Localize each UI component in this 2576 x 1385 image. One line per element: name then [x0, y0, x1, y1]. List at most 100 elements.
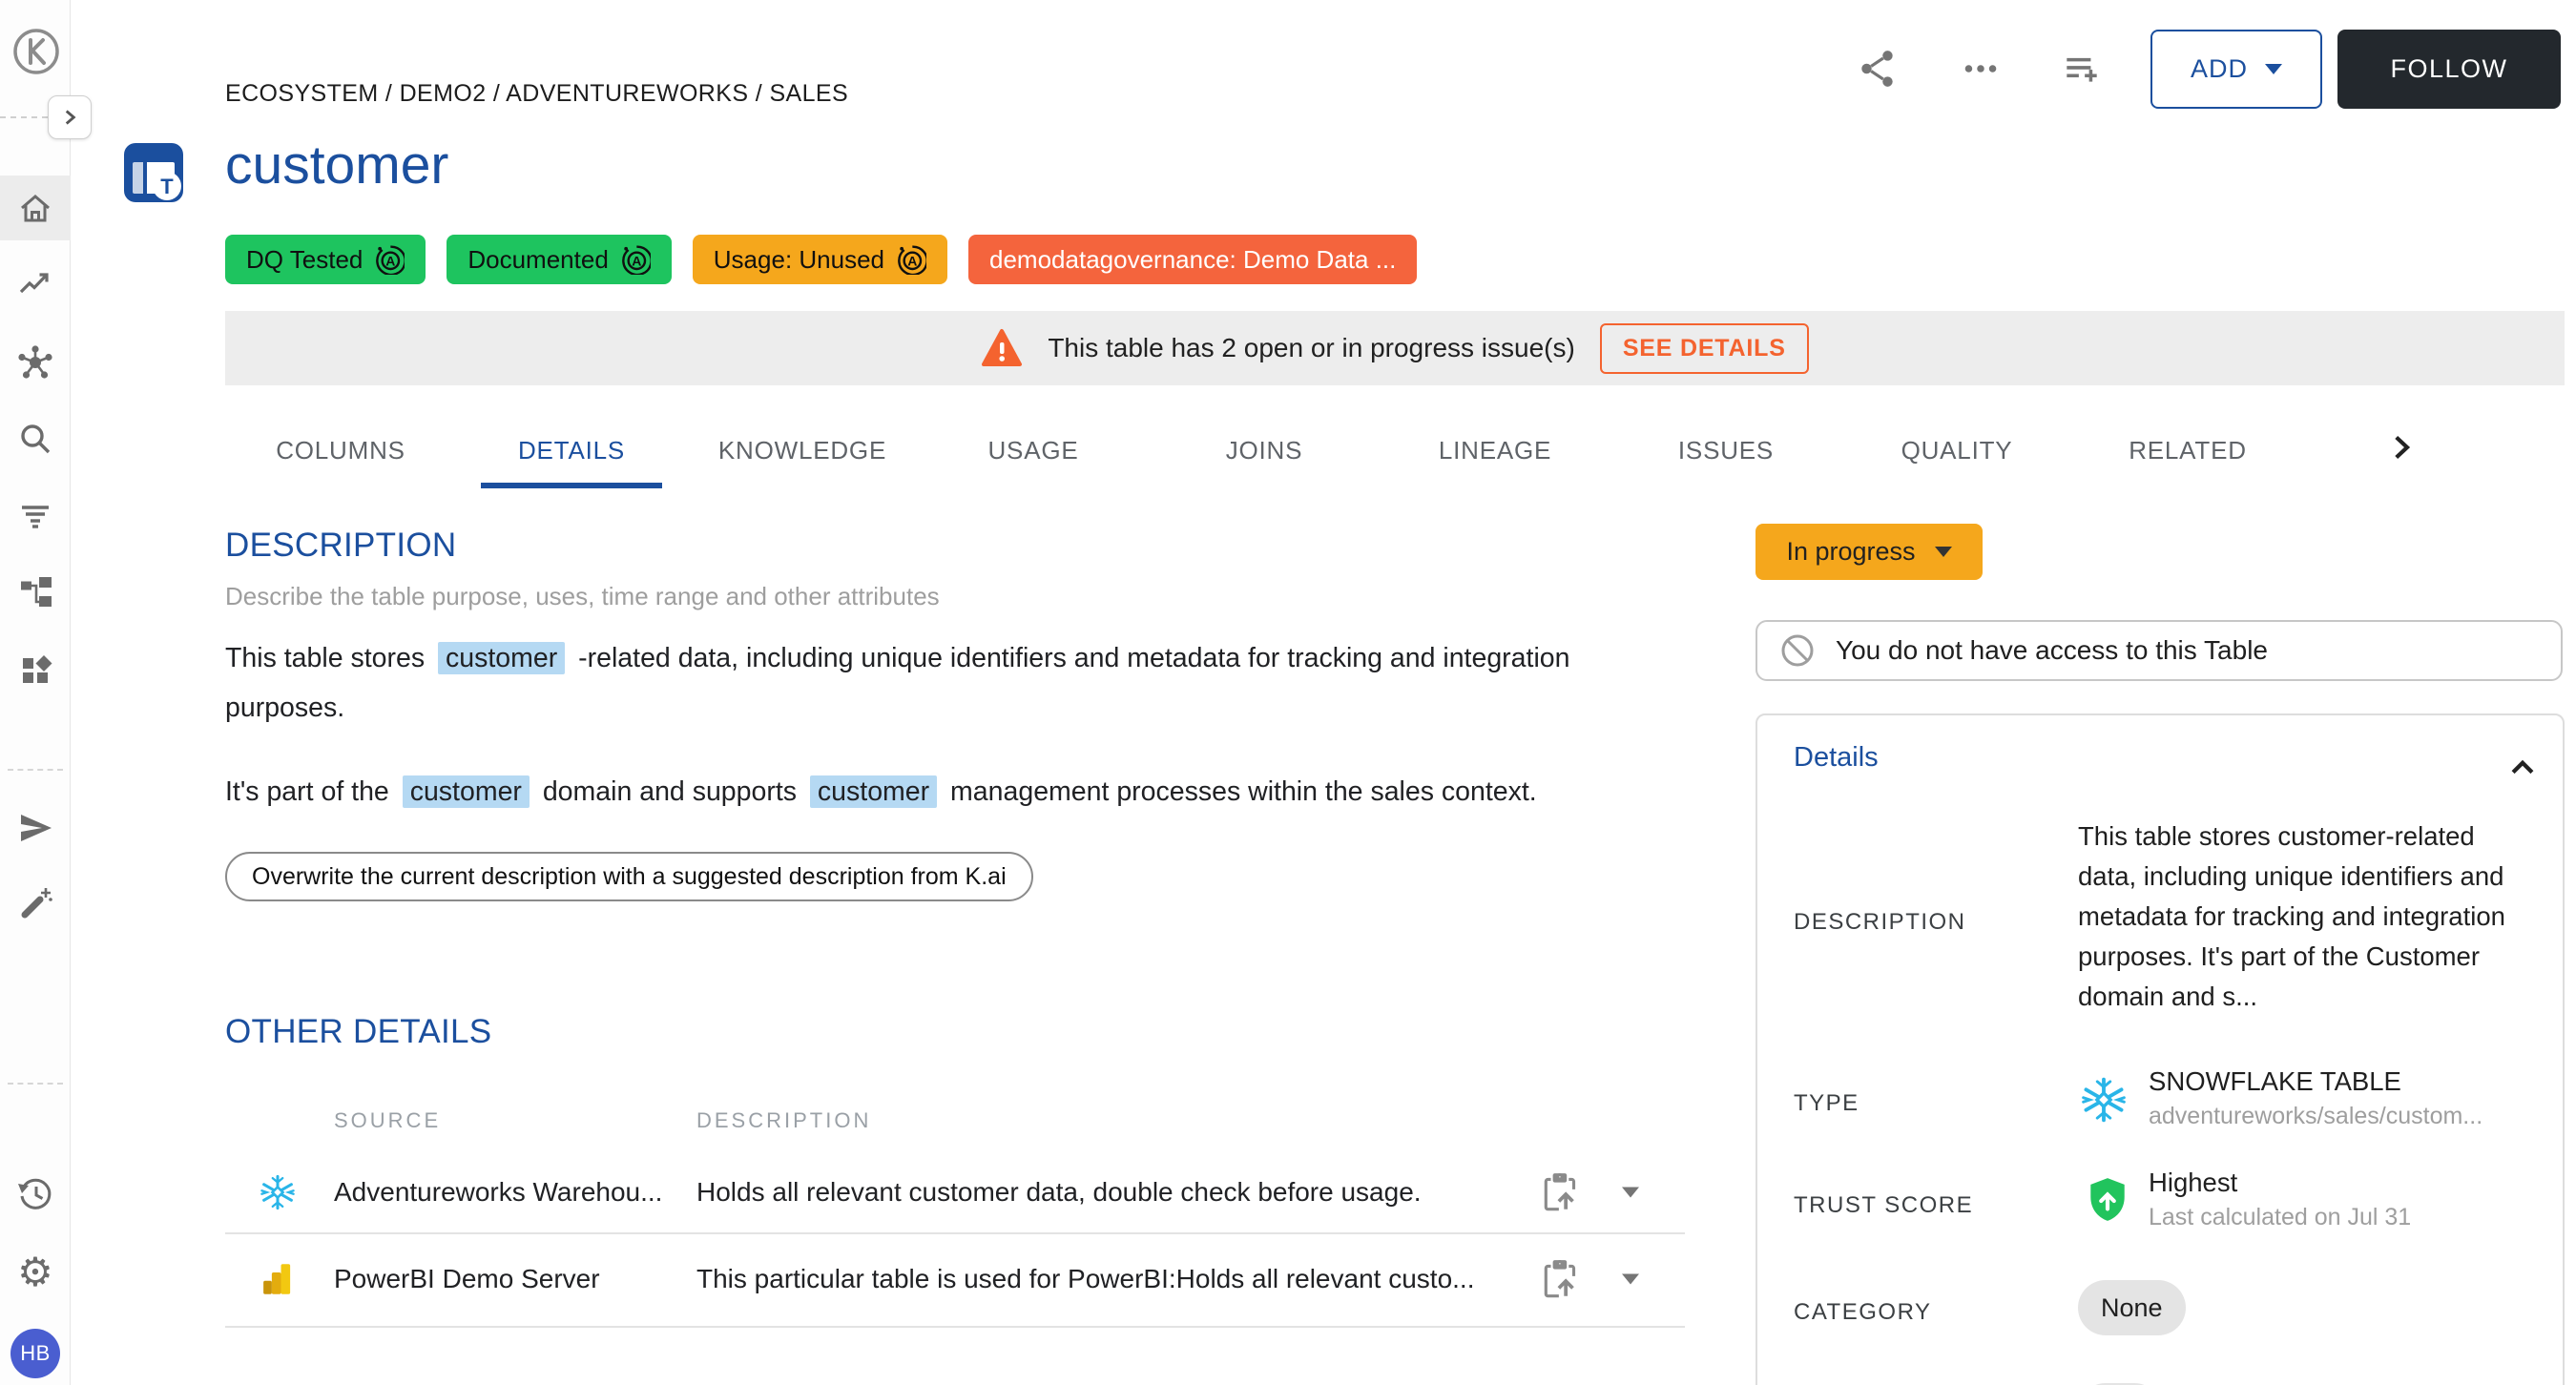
svg-text:A: A: [632, 254, 641, 269]
trending-icon: [16, 265, 54, 303]
issues-alert-banner: This table has 2 open or in progress iss…: [225, 311, 2565, 385]
widgets-icon: [16, 651, 54, 690]
filter-icon: [16, 496, 54, 534]
tag-label: DQ Tested: [246, 245, 363, 275]
field-value-trust: Highest: [2149, 1168, 2237, 1198]
sidebar-item-trends[interactable]: [0, 252, 71, 317]
hub-icon: [16, 343, 54, 382]
paste-description-icon[interactable]: [1539, 1256, 1585, 1302]
description-heading: DESCRIPTION: [225, 527, 457, 565]
description-cell[interactable]: This particular table is used for PowerB…: [696, 1264, 1536, 1294]
sidebar-item-lineage[interactable]: [0, 559, 71, 624]
powerbi-icon: [258, 1259, 298, 1299]
sidebar-expand-button[interactable]: [48, 95, 92, 139]
access-notice: You do not have access to this Table: [1755, 620, 2563, 681]
tab-issues[interactable]: ISSUES: [1610, 413, 1841, 488]
field-label-description: DESCRIPTION: [1794, 909, 1966, 936]
share-icon[interactable]: [1853, 44, 1902, 93]
divider: [0, 116, 48, 118]
table-row: Adventureworks Warehou... Holds all rele…: [225, 1152, 1685, 1232]
add-button[interactable]: ADD: [2150, 30, 2322, 109]
sidebar-item-filter[interactable]: [0, 483, 71, 548]
tag-documented[interactable]: Documented A: [447, 235, 671, 284]
trust-shield-icon: [2084, 1175, 2131, 1223]
sidebar-item-widgets[interactable]: [0, 638, 71, 703]
add-button-label: ADD: [2191, 54, 2248, 84]
sidebar-item-history[interactable]: [0, 1162, 71, 1227]
auto-generated-icon: A: [620, 244, 651, 275]
follow-button[interactable]: FOLLOW: [2337, 30, 2561, 109]
category-value-pill[interactable]: None: [2078, 1280, 2186, 1335]
no-access-icon: [1778, 631, 1817, 670]
tab-lineage[interactable]: LINEAGE: [1380, 413, 1610, 488]
add-to-list-icon[interactable]: [2057, 44, 2107, 93]
access-notice-text: You do not have access to this Table: [1836, 635, 2268, 666]
field-label-trust-score: TRUST SCORE: [1794, 1192, 1973, 1219]
sidebar-item-enrich[interactable]: [0, 871, 71, 936]
table-letter: T: [160, 175, 174, 198]
home-icon: [16, 189, 54, 227]
expand-row-chevron-icon[interactable]: [1622, 1188, 1639, 1198]
sidebar-item-settings[interactable]: ⚙: [0, 1240, 71, 1305]
svg-text:A: A: [386, 254, 396, 269]
text: It's part of the: [225, 776, 389, 807]
more-options-icon[interactable]: [1956, 44, 2005, 93]
sidebar-item-home[interactable]: [0, 176, 71, 240]
details-card: Details DESCRIPTION This table stores cu…: [1755, 713, 2565, 1385]
status-label: In progress: [1786, 537, 1915, 567]
description-cell[interactable]: Holds all relevant customer data, double…: [696, 1177, 1536, 1208]
field-label-type: TYPE: [1794, 1090, 1859, 1117]
tab-quality[interactable]: QUALITY: [1841, 413, 2072, 488]
tag-governance[interactable]: demodatagovernance: Demo Data ...: [968, 235, 1417, 284]
highlighted-term: customer: [810, 775, 937, 808]
breadcrumb[interactable]: ECOSYSTEM / DEMO2 / ADVENTUREWORKS / SAL…: [225, 80, 848, 108]
magic-wand-icon: [16, 884, 54, 922]
auto-generated-icon: A: [374, 244, 405, 275]
search-icon: [16, 420, 54, 458]
see-details-button[interactable]: SEE DETAILS: [1600, 323, 1809, 374]
collapse-chevron-icon[interactable]: [2503, 750, 2542, 784]
snowflake-icon: [2078, 1074, 2129, 1126]
text: This table stores: [225, 643, 425, 673]
k2view-logo[interactable]: [11, 27, 61, 76]
user-avatar[interactable]: HB: [10, 1329, 60, 1378]
field-label-category: CATEGORY: [1794, 1299, 1931, 1326]
sidebar-item-send[interactable]: [0, 796, 71, 860]
kai-suggestion-button[interactable]: Overwrite the current description with a…: [225, 852, 1033, 901]
warning-triangle-icon: [981, 328, 1023, 368]
follow-button-label: FOLLOW: [2390, 54, 2507, 84]
tab-knowledge[interactable]: KNOWLEDGE: [687, 413, 918, 488]
field-value-description: This table stores customer-related data,…: [2078, 817, 2509, 1017]
auto-generated-icon: A: [896, 244, 926, 275]
expand-row-chevron-icon[interactable]: [1622, 1274, 1639, 1285]
other-details-heading: OTHER DETAILS: [225, 1013, 491, 1051]
field-value-trust-sub: Last calculated on Jul 31: [2149, 1204, 2549, 1231]
snowflake-icon: [258, 1172, 298, 1212]
paste-description-icon[interactable]: [1539, 1169, 1585, 1215]
send-icon: [16, 809, 54, 847]
tab-related[interactable]: RELATED: [2072, 413, 2303, 488]
tag-label: Documented: [467, 245, 608, 275]
history-icon: [16, 1175, 54, 1213]
tab-details[interactable]: DETAILS: [456, 413, 687, 488]
tag-usage[interactable]: Usage: Unused A: [693, 235, 947, 284]
table-row: PowerBI Demo Server This particular tabl…: [225, 1234, 1685, 1324]
status-dropdown[interactable]: In progress: [1755, 524, 1983, 580]
field-value-type-path[interactable]: adventureworks/sales/custom...: [2149, 1103, 2511, 1130]
source-cell[interactable]: Adventureworks Warehou...: [334, 1177, 677, 1208]
table-type-icon: T: [122, 141, 185, 204]
divider: [8, 769, 63, 771]
tab-usage[interactable]: USAGE: [918, 413, 1149, 488]
tab-joins[interactable]: JOINS: [1149, 413, 1380, 488]
sidebar-item-search[interactable]: [0, 406, 71, 471]
tabs-overflow-chevron-icon[interactable]: [2380, 426, 2422, 468]
source-cell[interactable]: PowerBI Demo Server: [334, 1264, 677, 1294]
description-paragraph-2: It's part of the customer domain and sup…: [225, 767, 1618, 817]
tag-dq-tested[interactable]: DQ Tested A: [225, 235, 426, 284]
text: -related data, including unique identifi…: [225, 643, 1569, 723]
sidebar-item-hub[interactable]: [0, 330, 71, 395]
entity-tabs: COLUMNS DETAILS KNOWLEDGE USAGE JOINS LI…: [225, 413, 2303, 488]
tab-columns[interactable]: COLUMNS: [225, 413, 456, 488]
chevron-down-icon: [2265, 64, 2282, 74]
description-subtitle: Describe the table purpose, uses, time r…: [225, 582, 940, 611]
